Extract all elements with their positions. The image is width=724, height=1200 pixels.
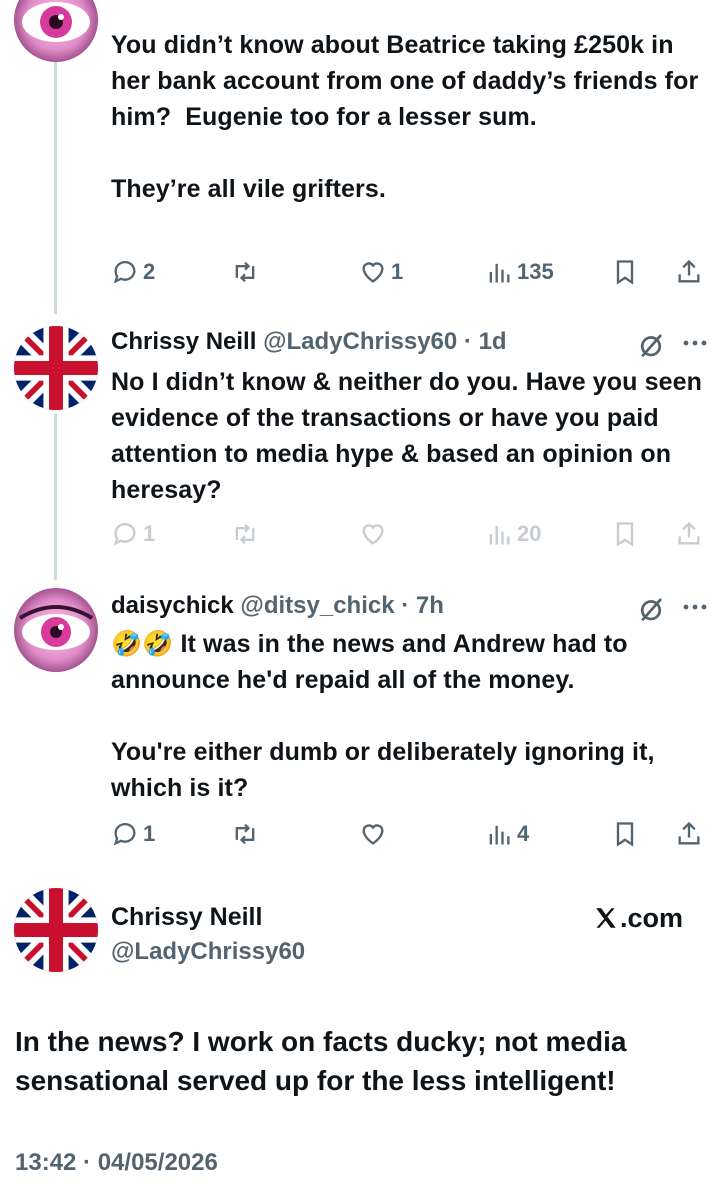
retweet-button[interactable] — [231, 256, 259, 288]
slashed-circle-icon[interactable] — [636, 594, 666, 629]
speech-bubble-icon — [113, 823, 136, 846]
bookmark-icon — [616, 522, 634, 547]
thread-line — [54, 62, 57, 314]
share-upload-icon — [678, 821, 700, 845]
like-count: 1 — [391, 259, 404, 284]
heart-icon — [362, 262, 384, 283]
speech-bubble-icon — [113, 523, 136, 546]
avatar[interactable] — [14, 326, 98, 410]
retweet-button[interactable] — [231, 518, 259, 550]
main-display-name[interactable]: Chrissy Neill — [111, 902, 262, 932]
tweet-text: No I didn’t know & neither do you. Have … — [111, 368, 710, 504]
retweet-arrows-icon — [235, 261, 255, 283]
slashed-circle-icon[interactable] — [636, 330, 666, 365]
heart-icon — [362, 524, 384, 545]
user-handle[interactable]: @LadyChrissy60 — [263, 328, 457, 355]
bar-chart-icon — [489, 525, 510, 545]
timestamp[interactable]: · 1d — [464, 328, 507, 355]
reply-count: 1 — [143, 521, 156, 546]
timestamp[interactable]: · 7h — [401, 592, 444, 619]
views-count: 135 — [517, 259, 554, 284]
brand-suffix: .com — [620, 903, 684, 933]
retweet-arrows-icon — [235, 823, 255, 845]
bookmark-button[interactable] — [611, 518, 639, 550]
share-upload-icon — [678, 521, 700, 545]
tweet-text: 🤣🤣 It was in the news and Andrew had to … — [111, 626, 706, 806]
retweet-arrows-icon — [235, 523, 255, 545]
views-button[interactable]: 135 — [485, 256, 554, 288]
ellipsis-icon[interactable] — [682, 336, 708, 354]
main-tweet-text: In the news? I work on facts ducky; not … — [15, 1026, 627, 1096]
share-button[interactable] — [675, 818, 703, 850]
tweet-actions: 1 4 — [111, 818, 711, 850]
tweet-header: Chrissy Neill @LadyChrissy60 · 1d — [111, 327, 507, 357]
like-button[interactable]: 1 — [359, 256, 403, 288]
tweet-header: daisychick @ditsy_chick · 7h — [111, 591, 444, 621]
x-logo-icon — [596, 908, 616, 928]
tweet-text: You didn’t know about Beatrice taking £2… — [111, 31, 699, 203]
thread-line — [54, 414, 57, 580]
main-user-handle[interactable]: @LadyChrissy60 — [111, 937, 305, 967]
reply-button[interactable]: 1 — [111, 818, 155, 850]
bookmark-icon — [616, 822, 634, 847]
ellipsis-icon[interactable] — [682, 600, 708, 618]
reply-count: 1 — [143, 821, 156, 846]
tweet-actions: 1 20 — [111, 518, 711, 550]
tweet-actions: 2 1 135 — [111, 256, 711, 288]
share-upload-icon — [678, 259, 700, 283]
display-name[interactable]: Chrissy Neill — [111, 328, 256, 355]
x-logo: .com — [593, 903, 683, 933]
views-button[interactable]: 4 — [485, 818, 529, 850]
bar-chart-icon — [489, 263, 510, 283]
avatar[interactable] — [14, 0, 98, 62]
main-timestamp[interactable]: 13:42 · 04/05/2026 — [15, 1148, 218, 1178]
share-button[interactable] — [675, 518, 703, 550]
display-name[interactable]: daisychick — [111, 592, 234, 619]
share-button[interactable] — [675, 256, 703, 288]
reply-button[interactable]: 1 — [111, 518, 155, 550]
bookmark-button[interactable] — [611, 256, 639, 288]
tweet-text-content: It was in the news and Andrew had to ann… — [111, 630, 655, 802]
speech-bubble-icon — [113, 261, 136, 284]
like-button[interactable] — [359, 518, 387, 550]
bar-chart-icon — [489, 825, 510, 845]
avatar[interactable] — [14, 888, 98, 972]
bookmark-icon — [616, 260, 634, 285]
avatar[interactable] — [14, 588, 98, 672]
views-count: 4 — [517, 821, 530, 846]
emoji: 🤣🤣 — [111, 630, 174, 658]
heart-icon — [362, 824, 384, 845]
views-count: 20 — [517, 521, 542, 546]
views-button[interactable]: 20 — [485, 518, 541, 550]
bookmark-button[interactable] — [611, 818, 639, 850]
reply-button[interactable]: 2 — [111, 256, 155, 288]
reply-count: 2 — [143, 259, 156, 284]
like-button[interactable] — [359, 818, 387, 850]
retweet-button[interactable] — [231, 818, 259, 850]
user-handle[interactable]: @ditsy_chick — [240, 592, 394, 619]
